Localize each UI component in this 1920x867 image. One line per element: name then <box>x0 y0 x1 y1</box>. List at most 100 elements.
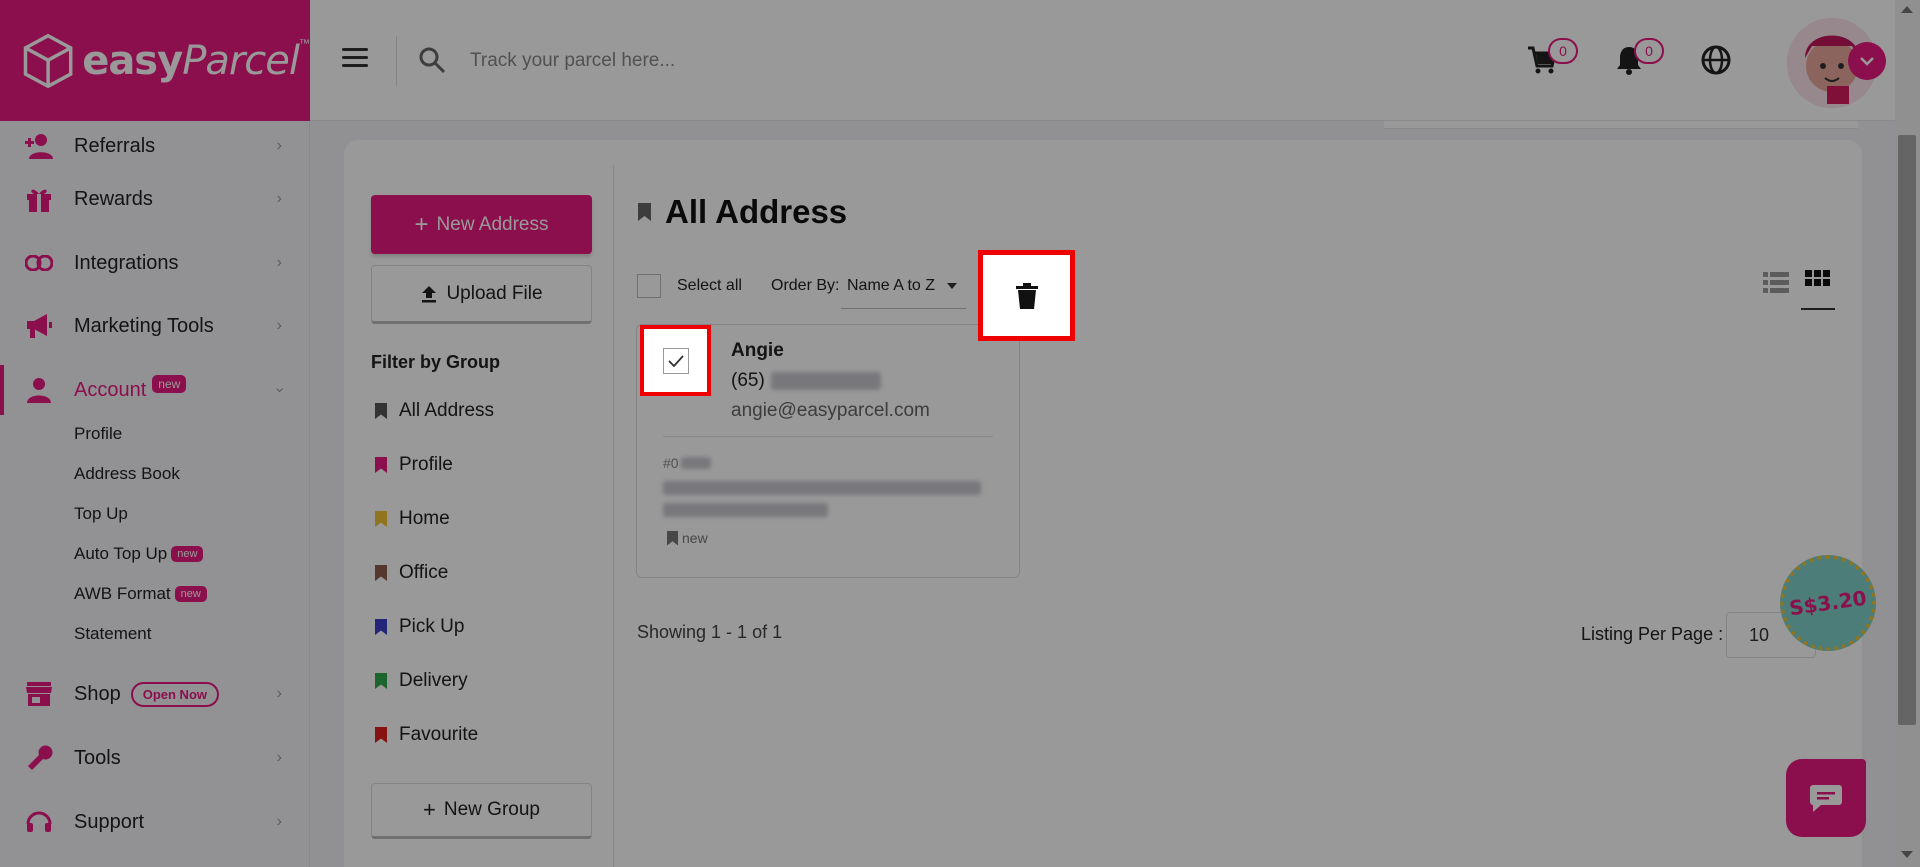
group-filter-pick-up[interactable]: Pick Up <box>375 616 464 638</box>
listing-per-page-label: Listing Per Page : <box>1581 624 1724 644</box>
plus-icon: + <box>414 210 429 238</box>
chevron-down-icon: › <box>271 387 289 393</box>
sidebar-item-rewards[interactable]: Rewards › <box>0 174 310 224</box>
chat-icon <box>1810 785 1842 812</box>
contact-email: angie@easyparcel.com <box>731 400 930 421</box>
new-group-button[interactable]: + New Group <box>371 783 592 839</box>
contact-name: Angie <box>731 340 784 361</box>
sidebar-item-referrals[interactable]: Referrals › <box>0 121 310 171</box>
group-filter-all-address[interactable]: All Address <box>375 400 494 422</box>
scrollbar-thumb[interactable] <box>1898 135 1916 725</box>
redacted-address-line <box>663 481 981 495</box>
active-view-indicator <box>1801 308 1835 310</box>
group-label: Home <box>399 508 450 529</box>
sidebar-item-marketing-tools[interactable]: Marketing Tools › <box>0 301 310 351</box>
logo-wordmark: easyParcel <box>82 37 300 84</box>
group-label: Profile <box>399 454 453 475</box>
bookmark-icon <box>375 565 387 581</box>
chevron-right-icon: › <box>276 190 282 207</box>
trash-icon <box>1015 282 1038 309</box>
chevron-right-icon: › <box>276 317 282 334</box>
subnav-item-top-up[interactable]: Top Up <box>74 504 128 524</box>
sidebar-item-label: Rewards <box>74 187 153 210</box>
track-parcel-input[interactable] <box>470 40 1070 82</box>
button-label: New Group <box>443 799 540 820</box>
subnav-label: Auto Top Up <box>74 544 168 563</box>
bookmark-icon <box>375 619 387 635</box>
grid-view-icon[interactable] <box>1805 270 1831 296</box>
group-filter-delivery[interactable]: Delivery <box>375 670 468 692</box>
subnav-item-auto-top-up[interactable]: Auto Top Up new <box>74 544 204 564</box>
chevron-down-icon[interactable] <box>1848 42 1886 80</box>
megaphone-icon <box>24 311 54 341</box>
select-all-label: Select all <box>677 277 742 294</box>
upload-file-button[interactable]: Upload File <box>371 265 592 324</box>
link-icon <box>24 248 54 278</box>
bookmark-icon <box>375 457 387 473</box>
subnav-item-profile[interactable]: Profile <box>74 424 122 444</box>
referral-icon <box>24 131 54 161</box>
sidebar-item-label: Marketing Tools <box>74 314 214 337</box>
group-filter-favourite[interactable]: Favourite <box>375 724 478 746</box>
list-view-icon[interactable] <box>1763 272 1789 294</box>
bookmark-icon <box>375 511 387 527</box>
redacted-address-line <box>663 503 828 517</box>
chat-button[interactable] <box>1786 759 1866 837</box>
group-filter-home[interactable]: Home <box>375 508 450 530</box>
subnav-label: Profile <box>74 424 123 443</box>
sidebar-item-account[interactable]: Account new › <box>0 365 310 415</box>
chevron-right-icon: › <box>276 749 282 766</box>
subnav-label: Address Book <box>74 464 180 483</box>
group-label: All Address <box>399 400 495 421</box>
group-label: Delivery <box>399 670 468 691</box>
logo-parcel: Parcel <box>182 37 300 84</box>
subnav-item-statement[interactable]: Statement <box>74 624 152 644</box>
sidebar-item-integrations[interactable]: Integrations › <box>0 238 310 288</box>
brand-logo[interactable]: easyParcel ™ <box>0 0 310 121</box>
new-badge: new <box>174 586 207 602</box>
group-label: Office <box>399 562 449 583</box>
card-select-checkbox[interactable] <box>640 325 711 396</box>
trademark: ™ <box>299 38 310 50</box>
wrench-icon <box>24 743 54 773</box>
card-divider <box>663 436 993 437</box>
globe-icon[interactable] <box>1700 44 1732 76</box>
sidebar-item-label: Tools <box>74 746 121 769</box>
button-label: New Address <box>436 213 549 235</box>
bookmark-icon <box>375 403 387 419</box>
group-filter-office[interactable]: Office <box>375 562 448 584</box>
group-label: Pick Up <box>399 616 465 637</box>
bookmark-icon <box>375 673 387 689</box>
redacted-code <box>680 457 711 469</box>
store-icon <box>24 679 54 709</box>
delete-selected-button[interactable] <box>978 250 1075 341</box>
filter-by-group-heading: Filter by Group <box>371 352 501 372</box>
subnav-item-address-book[interactable]: Address Book <box>74 464 180 484</box>
promo-badge[interactable]: S$3.20 <box>1780 555 1876 651</box>
promo-price: S$3.20 <box>1787 585 1869 621</box>
chevron-right-icon: › <box>276 137 282 154</box>
new-badge: new <box>171 546 204 562</box>
order-by-select[interactable]: Name A to Z <box>841 264 966 309</box>
sidebar-item-support[interactable]: Support › <box>0 797 310 847</box>
open-now-badge: Open Now <box>130 681 219 707</box>
group-filter-profile[interactable]: Profile <box>375 454 453 476</box>
chevron-right-icon: › <box>276 254 282 271</box>
scroll-down-arrow[interactable] <box>1901 851 1913 858</box>
box-logo-icon <box>23 33 73 88</box>
code-prefix: #0 <box>663 455 679 471</box>
chevron-right-icon: › <box>276 685 282 702</box>
plus-icon: + <box>423 797 436 822</box>
new-address-button[interactable]: + New Address <box>371 195 592 254</box>
subnav-item-awb-format[interactable]: AWB Format new <box>74 584 207 604</box>
select-all-checkbox[interactable] <box>637 274 661 298</box>
sidebar-item-tools[interactable]: Tools › <box>0 733 310 783</box>
select-all[interactable]: Select all <box>637 274 742 298</box>
sidebar-item-shop[interactable]: Shop Open Now › <box>0 669 310 719</box>
logo-easy: easy <box>82 37 183 84</box>
sidebar-item-label: Referrals <box>74 134 156 157</box>
hamburger-menu-icon[interactable] <box>342 48 368 72</box>
header-strip <box>1384 121 1858 129</box>
headset-icon <box>24 807 54 837</box>
scroll-up-arrow[interactable] <box>1901 6 1913 13</box>
